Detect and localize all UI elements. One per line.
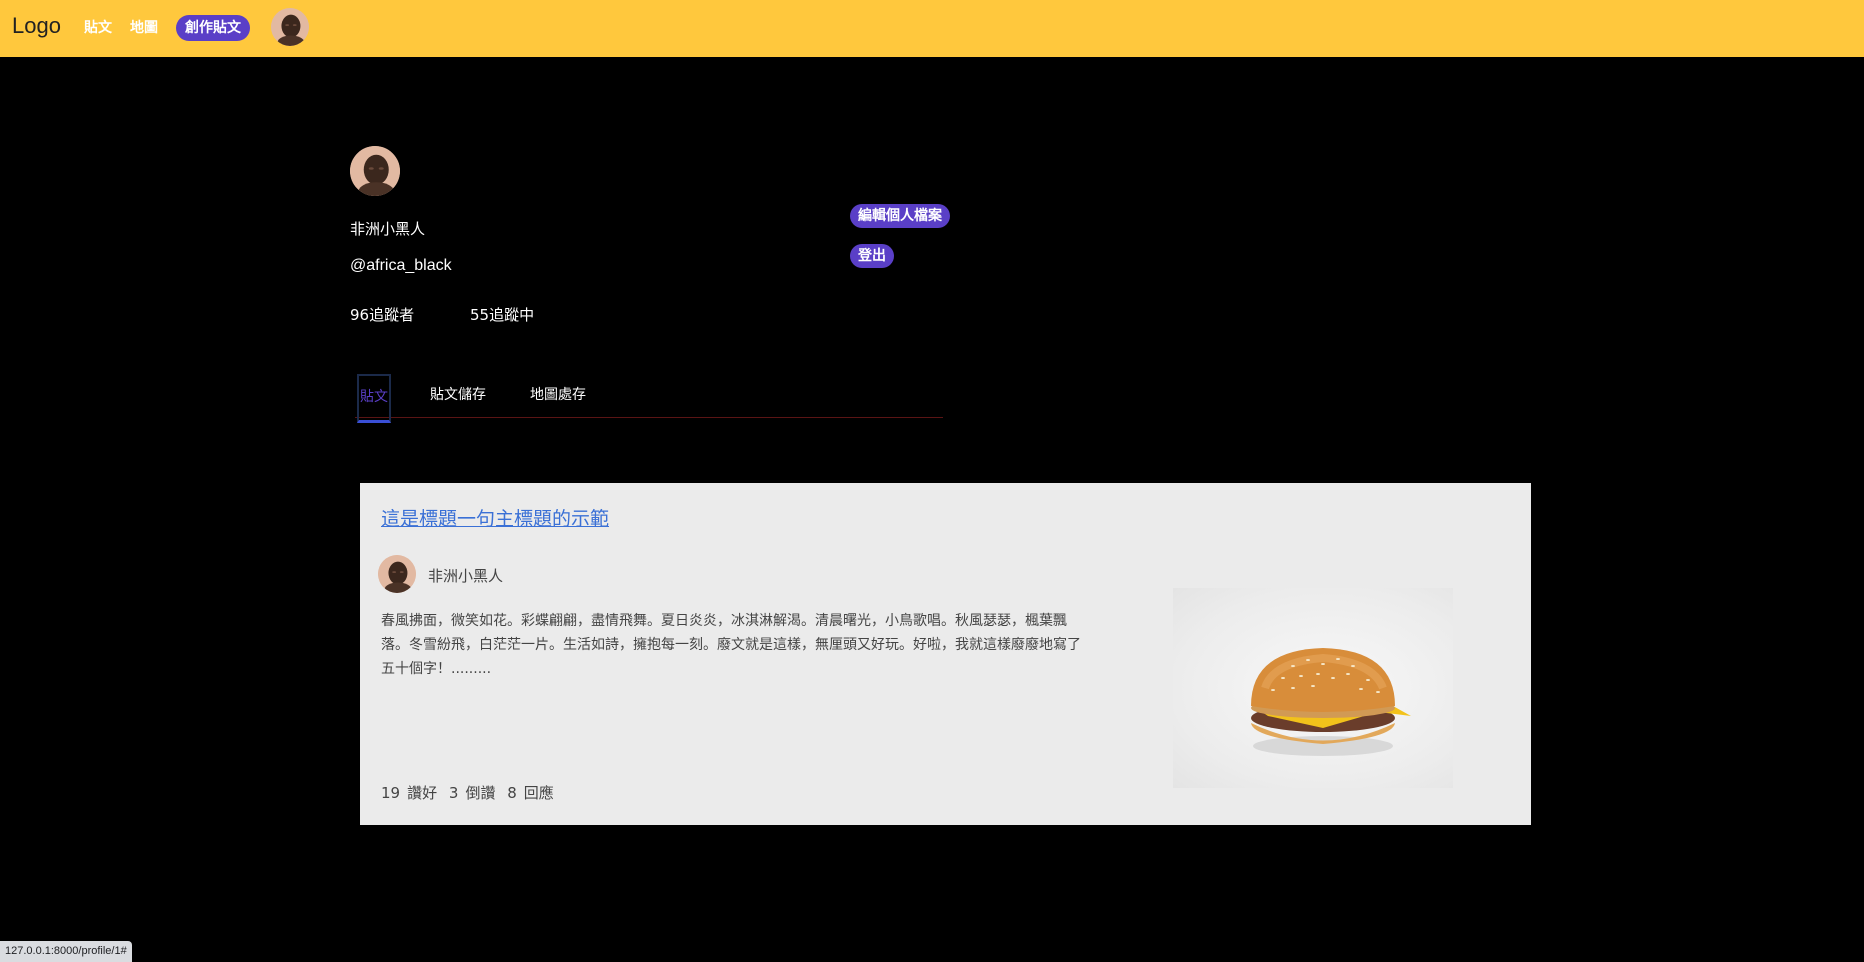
burger-icon — [1251, 648, 1411, 756]
post-stats: 19 讚好 3 倒讚 8 回應 — [381, 782, 561, 803]
profile-display-name: 非洲小黑人 — [350, 220, 426, 238]
status-bar-url: 127.0.0.1:8000/profile/1# — [0, 941, 132, 962]
post-card[interactable]: 這是標題一句主標題的示範 非洲小黑人 春風拂面，微笑如花。彩蝶翩翩，盡情飛舞。夏… — [360, 483, 1531, 825]
post-author-avatar[interactable] — [378, 555, 416, 593]
followers-count[interactable]: 96追蹤者 — [350, 304, 414, 325]
logout-button[interactable]: 登出 — [850, 244, 894, 268]
logo[interactable]: Logo — [12, 13, 61, 39]
post-title-link[interactable]: 這是標題一句主標題的示範 — [381, 504, 609, 531]
tab-saved-maps[interactable]: 地圖處存 — [530, 384, 586, 404]
user-avatar-menu[interactable] — [271, 8, 309, 46]
avatar-face-icon — [271, 8, 309, 46]
nav-map-link[interactable]: 地圖 — [130, 17, 158, 37]
replies-label[interactable]: 回應 — [524, 784, 554, 802]
profile-avatar — [350, 146, 400, 196]
top-navbar: Logo 貼文 地圖 創作貼文 — [0, 0, 1864, 57]
dislikes-label[interactable]: 倒讚 — [465, 784, 495, 802]
post-image-burger[interactable] — [1173, 588, 1453, 788]
following-count[interactable]: 55追蹤中 — [470, 304, 534, 325]
edit-profile-button[interactable]: 編輯個人檔案 — [850, 204, 950, 228]
post-author-name[interactable]: 非洲小黑人 — [428, 565, 503, 586]
nav-posts-link[interactable]: 貼文 — [84, 17, 112, 37]
profile-tabs: 貼文 貼文儲存 地圖處存 — [355, 372, 943, 423]
create-post-button[interactable]: 創作貼文 — [176, 15, 250, 41]
author-face-icon — [378, 555, 416, 593]
profile-face-icon — [350, 146, 400, 196]
tab-saved-posts[interactable]: 貼文儲存 — [430, 384, 486, 404]
likes-label[interactable]: 讚好 — [407, 784, 437, 802]
dislikes-count: 3 — [448, 784, 459, 802]
post-body-text: 春風拂面，微笑如花。彩蝶翩翩，盡情飛舞。夏日炎炎，冰淇淋解渴。清晨曙光，小鳥歌唱… — [381, 613, 1081, 677]
replies-count: 8 — [507, 784, 517, 802]
profile-handle: @africa_black — [350, 257, 452, 274]
likes-count: 19 — [381, 784, 401, 802]
tab-posts[interactable]: 貼文 — [357, 374, 391, 423]
